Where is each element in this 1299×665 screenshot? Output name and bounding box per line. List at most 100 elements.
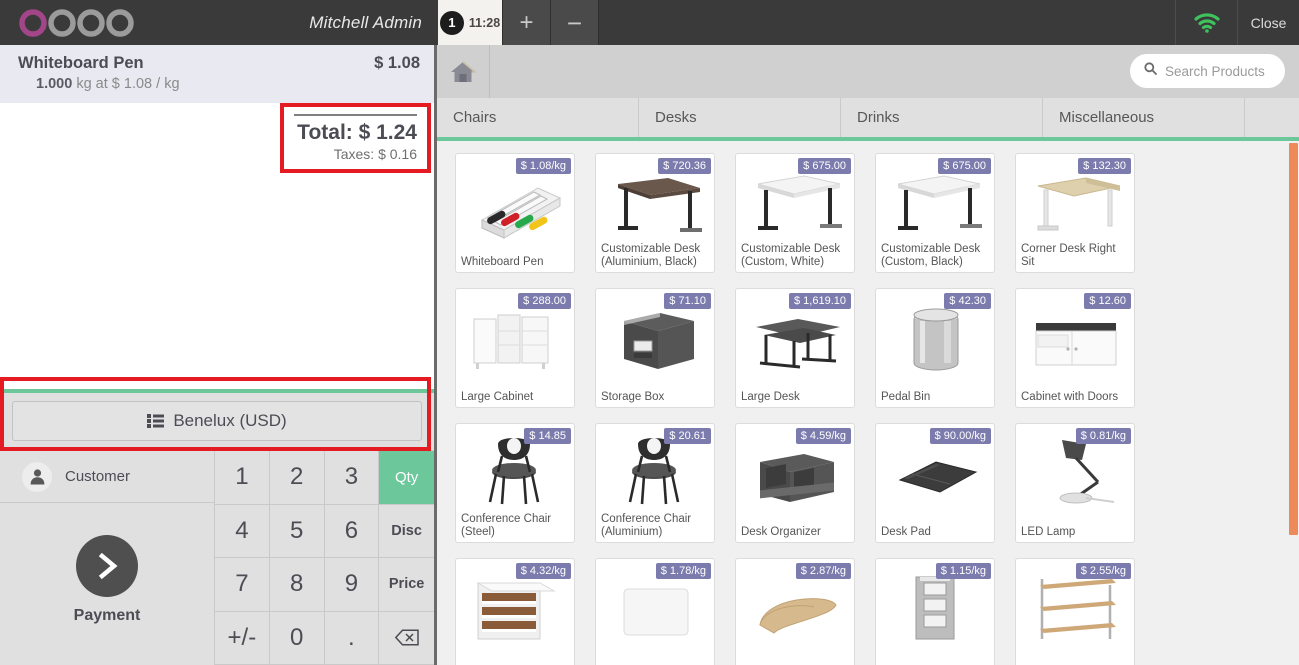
order-line-main: Whiteboard Pen $ 1.08 — [18, 54, 420, 73]
payment-button[interactable]: Payment — [0, 503, 214, 665]
product-price: $ 675.00 — [938, 158, 991, 174]
product-card[interactable]: $ 42.30 Pedal Bin — [875, 288, 995, 408]
pricelist-button[interactable]: Benelux (USD) — [12, 401, 422, 441]
order-line-name: Whiteboard Pen — [18, 54, 144, 72]
pricelist-label: Benelux (USD) — [173, 411, 287, 430]
numpad-key-7[interactable]: 7 — [215, 558, 270, 612]
products-scroll: $ 1.08/kg Whiteboard Pen $ 720.36 Customiza… — [437, 141, 1299, 665]
numpad-key-[interactable]: +/- — [215, 611, 270, 665]
remove-order-button[interactable]: − — [551, 0, 599, 45]
category-tab-drinks[interactable]: Drinks — [841, 98, 1043, 137]
category-tabs: Chairs Desks Drinks Miscellaneous — [437, 98, 1299, 141]
search-input[interactable] — [1165, 63, 1270, 79]
order-line[interactable]: Whiteboard Pen $ 1.08 1.000 kg at $ 1.08… — [0, 45, 434, 103]
product-card[interactable]: $ 720.36 Customizable Desk (Aluminium, Bl… — [595, 153, 715, 273]
product-card[interactable]: $ 1.08/kg Whiteboard Pen — [455, 153, 575, 273]
numpad-key-0[interactable]: 0 — [269, 611, 325, 665]
product-price: $ 12.60 — [1084, 293, 1131, 309]
chevron-right-icon — [76, 535, 138, 597]
pos-screen: Mitchell Admin 1 11:28 + − Close Whitebo… — [0, 0, 1299, 665]
product-card[interactable]: $ 1.78/kg — [595, 558, 715, 665]
product-price: $ 42.30 — [944, 293, 991, 309]
product-price: $ 14.85 — [524, 428, 571, 444]
order-lines: Whiteboard Pen $ 1.08 1.000 kg at $ 1.08… — [0, 45, 434, 389]
cashier-zone[interactable]: Mitchell Admin — [230, 0, 438, 45]
product-card[interactable]: $ 4.59/kg Desk Organizer — [735, 423, 855, 543]
product-card[interactable]: $ 12.60 Cabinet with Doors — [1015, 288, 1135, 408]
product-card[interactable]: $ 288.00 Large Cabinet — [455, 288, 575, 408]
product-price: $ 288.00 — [518, 293, 571, 309]
order-actions-area: Customer Payment 1 2 3 Qty 4 5 6 Disc 7 8 9 Price +/… — [0, 450, 434, 665]
scrollbar-thumb[interactable] — [1289, 143, 1298, 535]
numpad-key-qty[interactable]: Qty — [379, 451, 434, 505]
numpad: 1 2 3 Qty 4 5 6 Disc 7 8 9 Price +/- 0. — [215, 451, 434, 665]
add-order-button[interactable]: + — [503, 0, 551, 45]
product-card[interactable]: $ 675.00 Customizable Desk (Custom, White… — [735, 153, 855, 273]
product-card[interactable]: $ 2.55/kg — [1015, 558, 1135, 665]
order-totals: Total: $ 1.24 Taxes: $ 0.16 — [280, 103, 431, 173]
numpad-key-1[interactable]: 1 — [215, 451, 270, 505]
pricelist-bar: Benelux (USD) — [0, 393, 434, 450]
order-tabs: 1 11:28 + − — [438, 0, 599, 45]
numpad-key-2[interactable]: 2 — [269, 451, 325, 505]
product-price: $ 71.10 — [664, 293, 711, 309]
product-card[interactable]: $ 71.10 Storage Box — [595, 288, 715, 408]
product-price: $ 1.08/kg — [515, 158, 571, 174]
product-name: LED Lamp — [1021, 525, 1076, 538]
numpad-key-3[interactable]: 3 — [324, 451, 380, 505]
actions-column: Customer Payment — [0, 451, 215, 665]
order-totals-inner: Total: $ 1.24 Taxes: $ 0.16 — [294, 114, 417, 162]
numpad-key-9[interactable]: 9 — [324, 558, 380, 612]
numpad-key-8[interactable]: 8 — [269, 558, 325, 612]
order-number-badge: 1 — [439, 10, 464, 35]
numpad-key-disc[interactable]: Disc — [379, 504, 434, 558]
product-card[interactable]: $ 2.87/kg — [735, 558, 855, 665]
numpad-backspace[interactable] — [379, 611, 434, 665]
set-customer-button[interactable]: Customer — [0, 451, 214, 503]
order-pane: Whiteboard Pen $ 1.08 1.000 kg at $ 1.08… — [0, 45, 437, 665]
product-price: $ 132.30 — [1078, 158, 1131, 174]
numpad-key-4[interactable]: 4 — [215, 504, 270, 558]
product-card[interactable]: $ 0.81/kg LED Lamp — [1015, 423, 1135, 543]
close-button[interactable]: Close — [1237, 0, 1299, 45]
order-tab-1[interactable]: 1 11:28 — [438, 0, 503, 45]
order-time: 11:28 — [468, 15, 501, 30]
product-card[interactable]: $ 1.15/kg — [875, 558, 995, 665]
order-line-qty: 1.000 — [36, 76, 73, 92]
cashier-name: Mitchell Admin — [309, 12, 422, 32]
home-icon[interactable] — [437, 45, 490, 98]
product-card[interactable]: $ 90.00/kg Desk Pad — [875, 423, 995, 543]
product-price: $ 20.61 — [664, 428, 711, 444]
product-name: Desk Organizer — [741, 525, 821, 538]
product-card[interactable]: $ 4.32/kg — [455, 558, 575, 665]
status-zone: Close — [1175, 0, 1299, 45]
numpad-key-6[interactable]: 6 — [324, 504, 380, 558]
category-tab-desks[interactable]: Desks — [639, 98, 841, 137]
order-line-detail: 1.000 kg at $ 1.08 / kg — [18, 76, 420, 92]
product-name: Corner Desk Right Sit — [1021, 242, 1116, 268]
product-card[interactable]: $ 20.61 Conference Chair (Aluminium) — [595, 423, 715, 543]
product-card[interactable]: $ 14.85 Conference Chair (Steel) — [455, 423, 575, 543]
order-taxes: Taxes: $ 0.16 — [333, 146, 417, 162]
product-price: $ 2.87/kg — [795, 563, 851, 579]
category-tab-chairs[interactable]: Chairs — [437, 98, 639, 137]
product-name: Conference Chair (Steel) — [461, 512, 552, 538]
pricelist-zone: Benelux (USD) — [0, 377, 434, 451]
product-price: $ 675.00 — [798, 158, 851, 174]
product-card[interactable]: $ 132.30 Corner Desk Right Sit — [1015, 153, 1135, 273]
customer-label: Customer — [65, 468, 131, 485]
product-card[interactable]: $ 675.00 Customizable Desk (Custom, Black… — [875, 153, 995, 273]
product-name: Customizable Desk (Aluminium, Black) — [601, 242, 701, 268]
search-box[interactable] — [1130, 54, 1285, 88]
search-row — [437, 45, 1299, 98]
product-name: Pedal Bin — [881, 390, 931, 403]
product-name: Whiteboard Pen — [461, 255, 544, 268]
numpad-key-price[interactable]: Price — [379, 558, 434, 612]
products-scrollbar[interactable] — [1289, 141, 1299, 665]
product-card[interactable]: $ 1,619.10 Large Desk — [735, 288, 855, 408]
wifi-icon[interactable] — [1175, 0, 1237, 45]
category-tab-miscellaneous[interactable]: Miscellaneous — [1043, 98, 1245, 137]
product-price: $ 1.15/kg — [935, 563, 991, 579]
numpad-key-5[interactable]: 5 — [269, 504, 325, 558]
numpad-key-[interactable]: . — [324, 611, 380, 665]
